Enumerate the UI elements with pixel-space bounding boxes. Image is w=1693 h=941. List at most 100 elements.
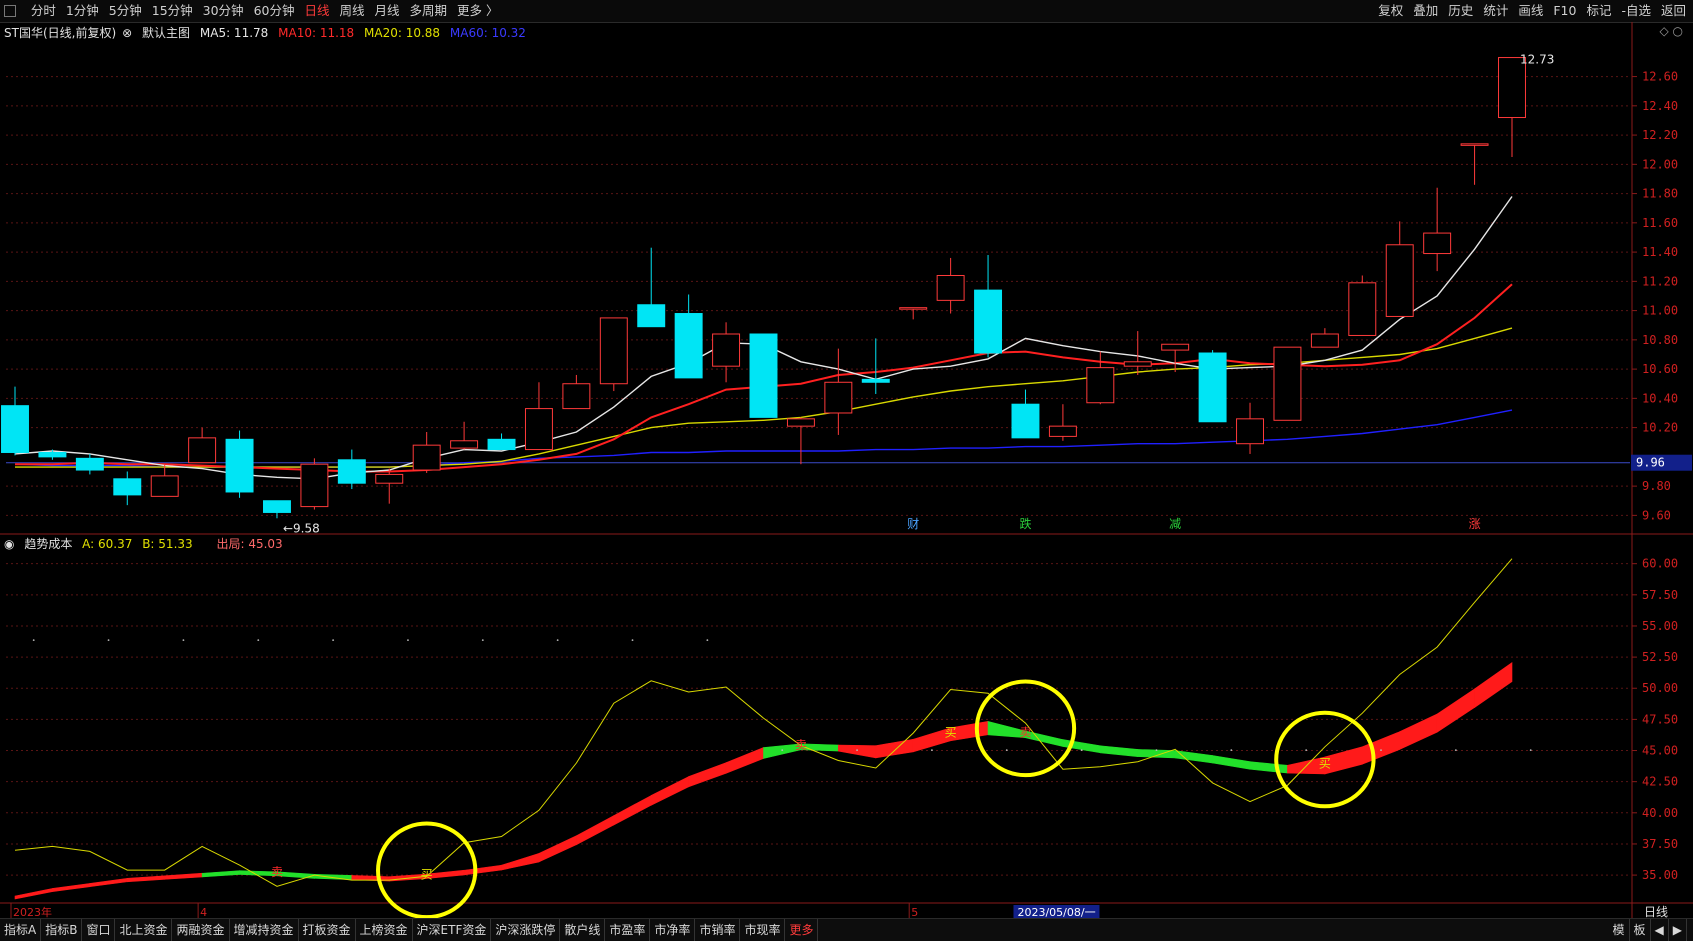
indicator-tab[interactable]: 沪深ETF资金 bbox=[413, 919, 492, 941]
indicator-tick-label: 50.00 bbox=[1642, 681, 1678, 695]
chart-labels: 12.73 ←9.58 财 跌 减 涨 2023年 4 5 2023/05/08/一 日线 bbox=[10, 53, 1668, 918]
indicator-tab[interactable]: 市现率 bbox=[740, 919, 786, 941]
indicator-tab[interactable]: 更多 bbox=[785, 919, 819, 941]
exit-dot bbox=[1005, 749, 1008, 752]
exit-dot bbox=[556, 639, 559, 642]
candle-up bbox=[1385, 244, 1414, 317]
trend-band-segment bbox=[538, 835, 577, 863]
candle-down bbox=[487, 438, 516, 451]
candle-down bbox=[263, 500, 291, 513]
trend-band-segment bbox=[1212, 755, 1251, 770]
price-tick-label: 10.80 bbox=[1642, 333, 1678, 347]
period-side-label: 日线 bbox=[1644, 905, 1668, 918]
indicator-toolbar: 指标A 指标B 窗口 北上资金 两融资金 增减持资金 打板资金 上榜资金 沪深ETF资金 沪深涨跌… bbox=[0, 918, 1693, 941]
trend-cost-indicator: 买卖卖买 卖买 bbox=[14, 558, 1532, 918]
price-tick-label: 11.00 bbox=[1642, 304, 1678, 318]
trend-band-segment bbox=[164, 872, 203, 880]
trend-band-segment bbox=[463, 864, 502, 876]
indicator-tab[interactable]: 北上资金 bbox=[115, 919, 173, 941]
bottom-control[interactable]: 模 bbox=[1609, 919, 1630, 941]
candle-down bbox=[974, 289, 1003, 354]
indicator-tab[interactable]: 打板资金 bbox=[299, 919, 356, 941]
candle-up bbox=[1123, 361, 1152, 367]
chart-area[interactable]: 买卖卖买 卖买 12.6012.4012.2012.0011.8011.6011.… bbox=[0, 0, 1693, 918]
indicator-tab[interactable]: 沪深涨跌停 bbox=[491, 919, 561, 941]
candle-up bbox=[1460, 143, 1489, 146]
candle-down bbox=[861, 378, 890, 383]
trend-band-segment bbox=[1100, 745, 1139, 757]
signal-label: 买 bbox=[421, 867, 433, 881]
exit-dot bbox=[1305, 749, 1308, 752]
event-tag: 财 bbox=[907, 517, 919, 531]
indicator-tick-label: 37.50 bbox=[1642, 837, 1678, 851]
indicator-tab[interactable]: 增减持资金 bbox=[230, 919, 299, 941]
exit-dot bbox=[407, 639, 409, 642]
candle-down bbox=[1, 405, 29, 453]
indicator-tab[interactable]: 指标A bbox=[0, 919, 42, 941]
indicator-title[interactable]: 趋势成本 bbox=[24, 537, 72, 551]
candle-down bbox=[113, 478, 142, 496]
indicator-tick-label: 60.00 bbox=[1642, 557, 1678, 571]
cross-icon[interactable]: ⊗ bbox=[122, 26, 132, 40]
indicator-tick-label: 35.00 bbox=[1642, 868, 1678, 882]
indicator-tab[interactable]: 窗口 bbox=[82, 919, 116, 941]
exit-dot bbox=[107, 639, 110, 642]
date-label: 5 bbox=[911, 906, 918, 918]
event-tag: 减 bbox=[1169, 517, 1181, 531]
candle-down bbox=[1011, 403, 1040, 439]
exit-dot bbox=[1155, 749, 1158, 752]
settings-icon[interactable]: ◉ bbox=[4, 537, 14, 551]
indicator-tick-label: 55.00 bbox=[1642, 619, 1678, 633]
event-tag: 跌 bbox=[1019, 516, 1031, 531]
candle-up bbox=[899, 307, 928, 310]
exit-dot bbox=[706, 639, 709, 642]
candle-up bbox=[1273, 346, 1302, 421]
indicator-b-value: B: 51.33 bbox=[142, 537, 193, 551]
price-tick-label: 11.80 bbox=[1642, 187, 1678, 201]
ma5-value: MA5: 11.78 bbox=[199, 26, 269, 40]
indicator-tab[interactable]: 市盈率 bbox=[605, 919, 651, 941]
signal-label: 买 bbox=[945, 725, 957, 739]
sub-legend: ◉ 趋势成本 A: 60.37 B: 51.33 出局: 45.03 bbox=[4, 535, 289, 552]
candle-up bbox=[1310, 333, 1339, 348]
candle-down bbox=[38, 451, 67, 458]
indicator-tab[interactable]: 上榜资金 bbox=[356, 919, 413, 941]
indicator-tab[interactable]: 市销率 bbox=[695, 919, 741, 941]
trend-band-segment bbox=[126, 875, 165, 883]
ma20-value: MA20: 10.88 bbox=[364, 26, 441, 40]
high-annotation: 12.73 bbox=[1520, 53, 1554, 67]
exit-dot bbox=[856, 749, 858, 752]
signal-label: 卖 bbox=[271, 865, 283, 879]
series-a-line bbox=[14, 558, 1513, 887]
indicator-tabs: 指标A 指标B 窗口 北上资金 两融资金 增减持资金 打板资金 上榜资金 沪深ETF资金 沪深涨跌… bbox=[0, 919, 819, 941]
trend-band-segment bbox=[725, 747, 764, 774]
indicator-tab[interactable]: 市净率 bbox=[650, 919, 696, 941]
cursor-date-label: 2023/05/08/一 bbox=[1017, 906, 1095, 918]
indicator-tick-label: 40.00 bbox=[1642, 806, 1678, 820]
indicator-tab[interactable]: 指标B bbox=[41, 919, 83, 941]
signal-label: 卖 bbox=[1019, 725, 1031, 739]
bottom-control[interactable]: ◀ bbox=[1651, 919, 1669, 941]
corner-icons[interactable]: ◇ ○ bbox=[1659, 24, 1683, 38]
price-tick-label: 9.80 bbox=[1642, 479, 1671, 493]
indicator-tab[interactable]: 散户线 bbox=[560, 919, 606, 941]
candle-down bbox=[749, 333, 778, 418]
bottom-control[interactable]: 板 bbox=[1630, 919, 1651, 941]
indicator-tab[interactable]: 两融资金 bbox=[172, 919, 230, 941]
trend-band-segment bbox=[1399, 713, 1438, 750]
exit-dot bbox=[1380, 749, 1382, 752]
candle-up bbox=[524, 408, 553, 451]
trend-band-segment bbox=[576, 815, 615, 846]
low-annotation: ←9.58 bbox=[283, 521, 320, 535]
indicator-tick-label: 47.50 bbox=[1642, 712, 1678, 726]
candle-up bbox=[712, 333, 741, 367]
price-tick-label: 10.60 bbox=[1642, 362, 1678, 376]
bottom-control[interactable]: ▶ bbox=[1669, 919, 1687, 941]
candle-down bbox=[1198, 352, 1227, 423]
stock-title: ST国华(日线,前复权) bbox=[4, 26, 117, 40]
trend-band-segment bbox=[1474, 661, 1513, 709]
candle-up bbox=[562, 383, 591, 410]
exit-dot bbox=[32, 639, 35, 642]
chart-mode[interactable]: 默认主图 bbox=[142, 26, 190, 40]
grid bbox=[0, 22, 1693, 918]
